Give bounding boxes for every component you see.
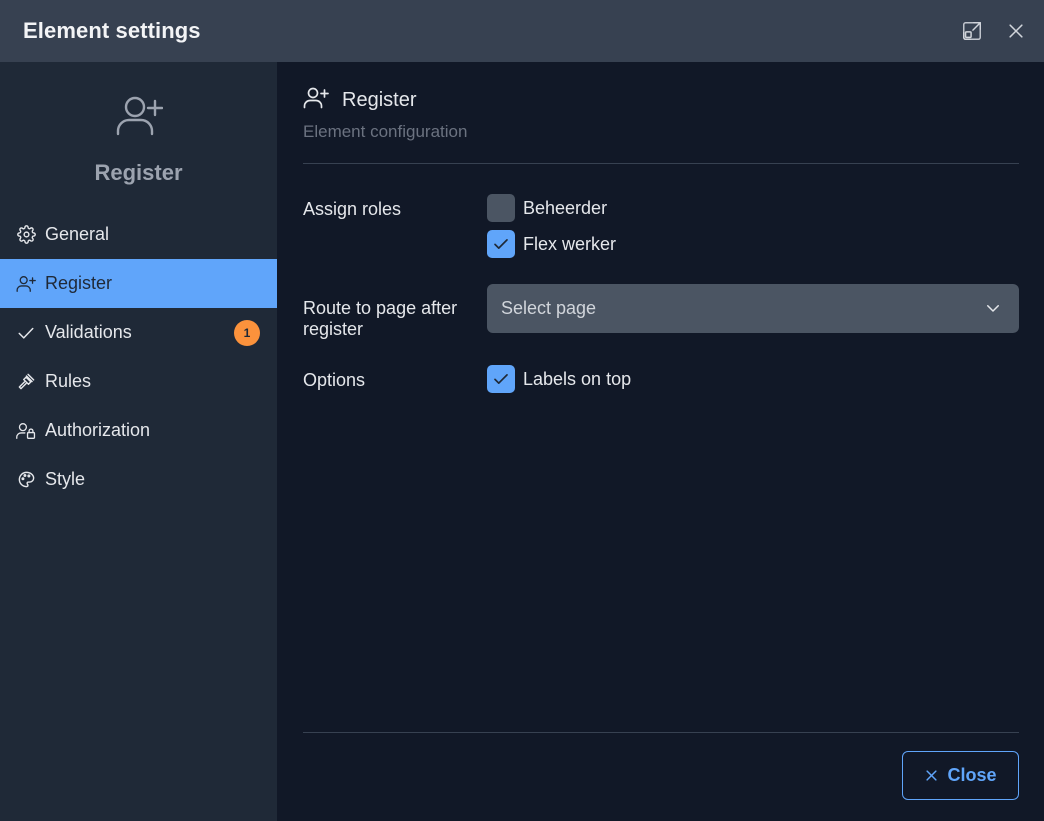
options-label: Options — [303, 370, 366, 390]
palette-icon — [16, 470, 36, 490]
labels-on-top-checkbox[interactable]: Labels on top — [487, 365, 631, 393]
sidebar-item-label: Rules — [45, 371, 92, 391]
sidebar-item-label: Authorization — [45, 420, 151, 440]
user-plus-icon — [16, 274, 36, 294]
user-plus-icon — [115, 95, 163, 142]
footer-divider — [303, 732, 1019, 733]
close-button[interactable]: Close — [902, 751, 1019, 800]
close-button-label: Close — [947, 765, 997, 785]
checkbox-box[interactable] — [487, 194, 515, 222]
check-icon — [16, 323, 36, 343]
main-panel: Register Element configuration Assign ro… — [277, 62, 1044, 821]
gavel-icon — [16, 372, 36, 392]
checkbox-box[interactable] — [487, 230, 515, 258]
route-page-select[interactable]: Select page — [487, 284, 1019, 333]
checkbox-label: Labels on top — [523, 368, 632, 389]
dialog-header: Element settings — [0, 0, 1044, 62]
header-actions — [958, 17, 1030, 45]
sidebar-item-style[interactable]: Style — [0, 455, 277, 504]
sidebar-nav: General Register Validations 1 Rules Aut… — [0, 210, 277, 504]
gear-icon — [16, 225, 36, 245]
sidebar-item-authorization[interactable]: Authorization — [0, 406, 277, 455]
check-icon — [494, 239, 508, 249]
sidebar-element-header: Register — [0, 62, 277, 197]
assign-roles-label: Assign roles — [303, 199, 402, 219]
checkbox-box[interactable] — [487, 365, 515, 393]
validation-count-badge: 1 — [234, 320, 260, 346]
expand-icon[interactable] — [958, 17, 986, 45]
section-header: Register — [303, 87, 416, 114]
section-title: Register — [342, 89, 417, 111]
sidebar-item-rules[interactable]: Rules — [0, 357, 277, 406]
role-beheerder-checkbox[interactable]: Beheerder — [487, 194, 607, 222]
check-icon — [494, 374, 508, 384]
sidebar-item-label: General — [45, 224, 110, 244]
role-flex-werker-checkbox[interactable]: Flex werker — [487, 230, 616, 258]
select-placeholder: Select page — [501, 298, 597, 318]
sidebar-item-register[interactable]: Register — [0, 259, 277, 308]
sidebar-item-label: Register — [45, 273, 113, 293]
element-name: Register — [94, 160, 183, 185]
checkbox-label: Beheerder — [523, 197, 608, 218]
checkbox-label: Flex werker — [523, 233, 617, 254]
route-label: Route to page after register — [303, 298, 458, 339]
chevron-down-icon — [984, 299, 1002, 322]
sidebar-item-general[interactable]: General — [0, 210, 277, 259]
section-subtitle: Element configuration — [303, 122, 468, 141]
sidebar: Register General Register Validations 1 … — [0, 62, 277, 821]
user-plus-icon — [303, 87, 342, 114]
close-icon — [926, 770, 938, 781]
sidebar-item-validations[interactable]: Validations 1 — [0, 308, 277, 357]
user-lock-icon — [16, 421, 36, 441]
dialog-title: Element settings — [23, 18, 201, 43]
sidebar-item-label: Validations — [45, 322, 132, 342]
sidebar-item-label: Style — [45, 469, 86, 489]
close-icon[interactable] — [1002, 17, 1030, 45]
section-divider — [303, 163, 1019, 164]
